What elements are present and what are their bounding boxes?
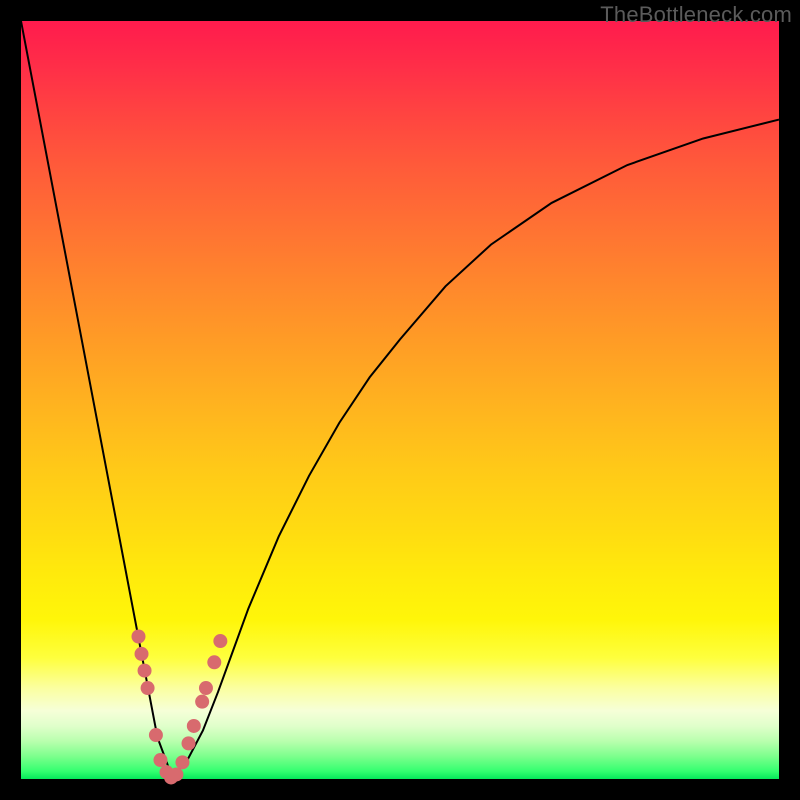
data-marker — [187, 719, 201, 733]
watermark-text: TheBottleneck.com — [600, 2, 792, 28]
bottleneck-plot-svg — [21, 21, 779, 779]
chart-area — [21, 21, 779, 779]
data-marker — [182, 736, 196, 750]
data-marker — [175, 755, 189, 769]
data-marker — [199, 681, 213, 695]
data-marker — [195, 695, 209, 709]
data-marker — [135, 647, 149, 661]
data-marker — [207, 655, 221, 669]
data-marker — [149, 728, 163, 742]
data-marker — [169, 767, 183, 781]
data-marker — [138, 664, 152, 678]
bottleneck-curve — [21, 21, 779, 778]
data-marker — [141, 681, 155, 695]
data-marker — [213, 634, 227, 648]
data-marker — [153, 753, 167, 767]
data-marker — [131, 630, 145, 644]
